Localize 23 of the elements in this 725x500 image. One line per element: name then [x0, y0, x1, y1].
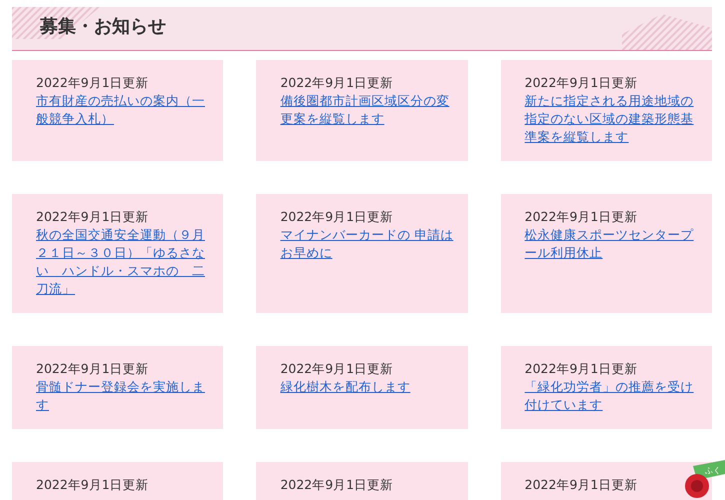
update-date: 2022年9月1日更新: [280, 476, 394, 494]
notice-link[interactable]: 備後圏都市計画区域区分の変更案を縦覧します: [280, 92, 456, 128]
notice-link[interactable]: 緑化樹木を配布します: [280, 378, 456, 396]
update-date: 2022年9月1日更新: [280, 208, 394, 226]
notice-link[interactable]: 秋の全国交通安全運動（９月２１日～３０日）「ゆるさない ハンドル・スマホの 二刀流」: [36, 226, 212, 298]
notice-link[interactable]: 新たに指定される用途地域の指定のない区域の建築形態基準案を縦覧します: [524, 92, 700, 146]
update-date: 2022年9月1日更新: [36, 476, 150, 494]
update-date: 2022年9月1日更新: [36, 74, 150, 92]
update-date: 2022年9月1日更新: [524, 476, 638, 494]
notice-link[interactable]: 市有財産の売払いの案内（一般競争入札）: [36, 92, 212, 128]
update-date: 2022年9月1日更新: [524, 208, 638, 226]
update-date: 2022年9月1日更新: [36, 360, 150, 378]
banner-text: ふく: [705, 466, 721, 475]
update-date: 2022年9月1日更新: [524, 360, 638, 378]
update-date: 2022年9月1日更新: [280, 360, 394, 378]
update-date: 2022年9月1日更新: [524, 74, 638, 92]
notice-link[interactable]: 骨髄ドナー登録会を実施します: [36, 378, 212, 414]
notice-link[interactable]: 松永健康スポーツセンタープール利用休止: [524, 226, 700, 262]
update-date: 2022年9月1日更新: [280, 74, 394, 92]
notice-link[interactable]: 「緑化功労者」の推薦を受け付けています: [524, 378, 700, 414]
notice-link[interactable]: マイナンバーカードの 申請はお早めに: [280, 226, 456, 262]
section-title: 募集・お知らせ: [40, 15, 166, 39]
update-date: 2022年9月1日更新: [36, 208, 150, 226]
